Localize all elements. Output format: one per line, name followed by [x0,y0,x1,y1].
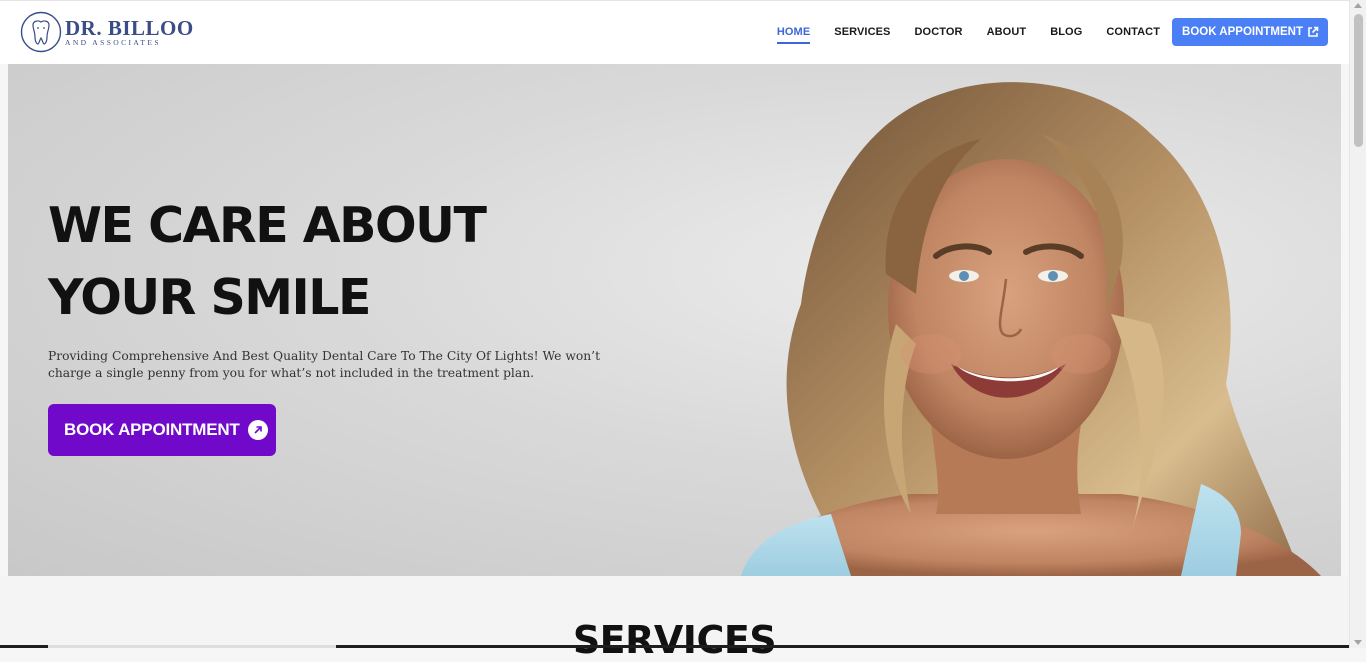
hero-title: WE CARE ABOUT YOUR SMILE [48,190,487,334]
hero-description: Providing Comprehensive And Best Quality… [48,349,601,380]
smiling-woman-photo [741,82,1321,576]
services-section: SERVICES [0,576,1349,662]
scroll-down-arrow-icon[interactable] [1354,640,1362,645]
scroll-up-arrow-icon[interactable] [1354,3,1362,8]
hero-title-line-1: WE CARE ABOUT [48,197,487,254]
page-scrollbar[interactable] [1349,0,1366,648]
hero-title-line-2: YOUR SMILE [48,269,371,326]
nav-item-blog[interactable]: BLOG [1050,18,1082,46]
external-link-icon [1308,26,1319,37]
arrow-up-right-icon [247,420,268,440]
site-header: DR. BILLOO AND ASSOCIATES HOME SERVICES … [0,0,1349,64]
nav-item-home[interactable]: HOME [776,18,811,46]
services-heading: SERVICES [572,618,777,662]
scrollbar-thumb[interactable] [1354,14,1363,147]
hero-book-appointment-label: BOOK APPOINTMENT [64,420,240,439]
header-book-appointment-label: BOOK APPOINTMENT [1182,26,1303,38]
nav-item-services[interactable]: SERVICES [834,18,890,46]
brand-subtitle: AND ASSOCIATES [65,38,161,47]
hero-section: WE CARE ABOUT YOUR SMILE Providing Compr… [8,64,1341,576]
brand-title: DR. BILLOO [65,16,194,40]
tooth-icon [20,11,62,53]
brand-logo[interactable]: DR. BILLOO AND ASSOCIATES [20,10,194,54]
nav-item-contact[interactable]: CONTACT [1106,18,1160,46]
nav-item-about[interactable]: ABOUT [987,18,1027,46]
header-book-appointment-button[interactable]: BOOK APPOINTMENT [1172,18,1328,46]
hero-book-appointment-button[interactable]: BOOK APPOINTMENT [48,404,276,456]
main-nav: HOME SERVICES DOCTOR ABOUT BLOG CONTACT … [753,18,1328,46]
nav-item-doctor[interactable]: DOCTOR [915,18,963,46]
